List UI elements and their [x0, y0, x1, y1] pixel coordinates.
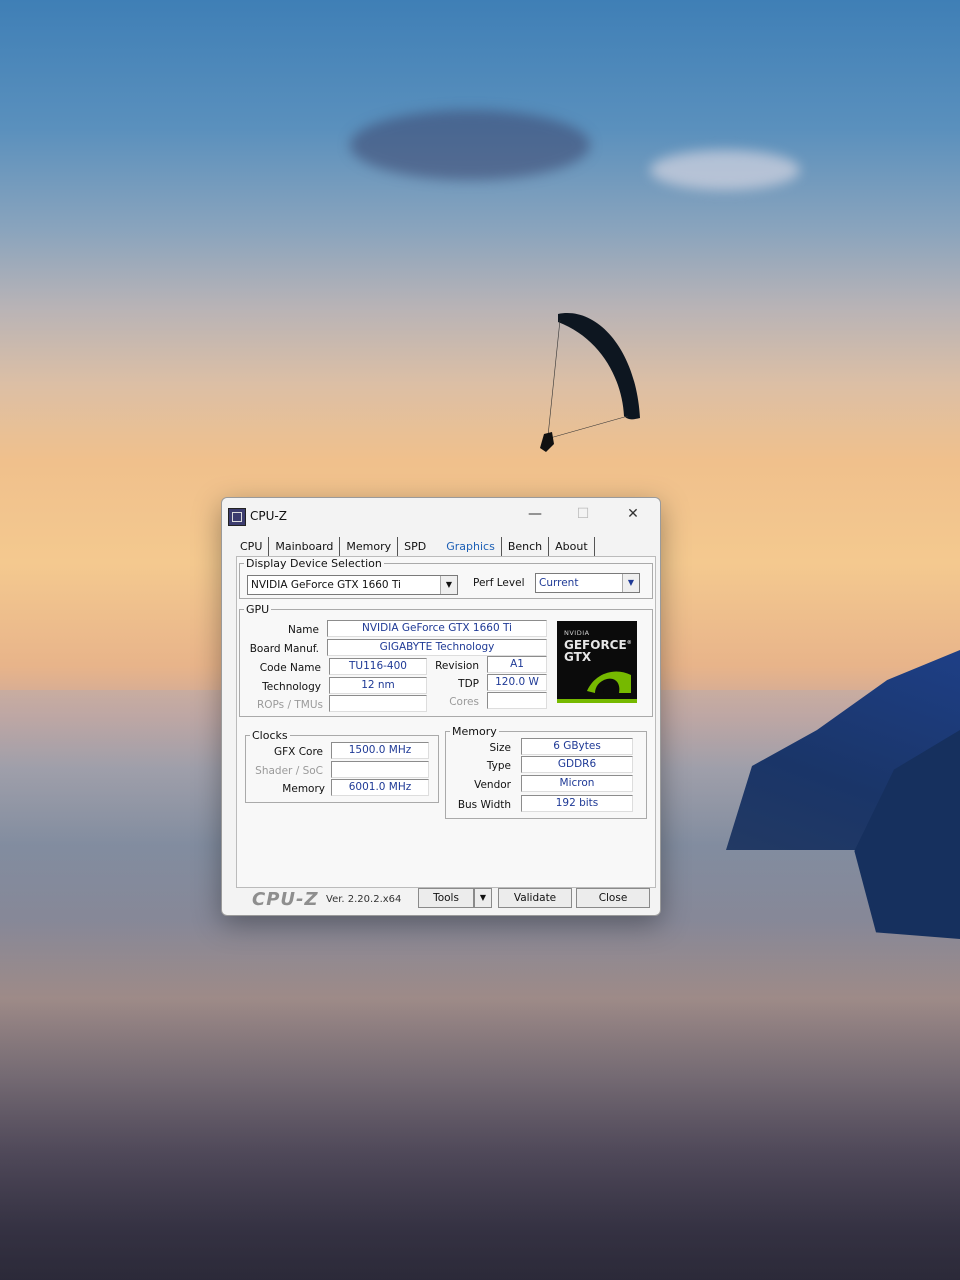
code-name-value: TU116-400 — [329, 658, 427, 675]
validate-button[interactable]: Validate — [498, 888, 572, 908]
tab-about[interactable]: About — [549, 537, 595, 557]
device-select-value: NVIDIA GeForce GTX 1660 Ti — [251, 579, 401, 591]
perf-level-value: Current — [539, 577, 579, 589]
tools-button[interactable]: Tools — [418, 888, 474, 908]
tdp-value: 120.0 W — [487, 674, 547, 691]
gfx-core-label: GFX Core — [273, 746, 323, 758]
logo-geforce-text: GEFORCE® GTX — [564, 638, 632, 664]
board-manuf-label: Board Manuf. — [249, 643, 319, 655]
mem-type-label: Type — [486, 760, 511, 772]
chevron-down-icon: ▼ — [622, 574, 639, 592]
clocks-legend: Clocks — [252, 729, 288, 742]
mem-vendor-label: Vendor — [474, 779, 511, 791]
technology-label: Technology — [262, 681, 321, 693]
gpu-name-value: NVIDIA GeForce GTX 1660 Ti — [327, 620, 547, 637]
close-button[interactable]: Close — [576, 888, 650, 908]
logo-nvidia-text: NVIDIA — [564, 629, 590, 637]
mem-type-value: GDDR6 — [521, 756, 633, 773]
bottom-bar: CPU-Z Ver. 2.20.2.x64 Tools ▼ Validate C… — [242, 885, 652, 911]
perf-level-label: Perf Level — [473, 577, 525, 589]
technology-value: 12 nm — [329, 677, 427, 694]
tab-spd[interactable]: SPD — [398, 537, 440, 557]
cloud — [650, 150, 800, 190]
gpu-name-label: Name — [288, 624, 319, 636]
mem-size-label: Size — [489, 742, 511, 754]
cpuz-brand: CPU-Z — [252, 889, 319, 910]
maximize-button[interactable]: ☐ — [566, 502, 600, 526]
tdp-label: TDP — [458, 678, 479, 690]
rops-tmus-value — [329, 695, 427, 712]
board-manuf-value: GIGABYTE Technology — [327, 639, 547, 656]
gpu-legend: GPU — [246, 603, 270, 616]
gfx-core-value: 1500.0 MHz — [331, 742, 429, 759]
bus-width-label: Bus Width — [457, 799, 511, 811]
nvidia-eye-icon — [587, 671, 631, 693]
cpuz-window: CPU-Z — ☐ ✕ CPU Mainboard Memory SPD Gra… — [221, 497, 661, 916]
tab-bench[interactable]: Bench — [502, 537, 550, 557]
device-select[interactable]: NVIDIA GeForce GTX 1660 Ti ▼ — [247, 575, 458, 595]
memory-clock-value: 6001.0 MHz — [331, 779, 429, 796]
cloud — [350, 110, 590, 180]
bus-width-value: 192 bits — [521, 795, 633, 812]
chevron-down-icon: ▼ — [440, 576, 457, 594]
cores-label: Cores — [449, 696, 479, 708]
perf-level-select[interactable]: Current ▼ — [535, 573, 640, 593]
memory-clock-label: Memory — [282, 783, 325, 795]
title-bar[interactable]: CPU-Z — ☐ ✕ — [222, 498, 660, 532]
rops-tmus-label: ROPs / TMUs — [256, 699, 323, 711]
graphics-panel: Display Device Selection NVIDIA GeForce … — [236, 556, 656, 888]
tab-bar: CPU Mainboard Memory SPD Graphics Bench … — [234, 534, 595, 557]
revision-label: Revision — [435, 660, 479, 672]
nvidia-geforce-gtx-logo: NVIDIA GEFORCE® GTX — [557, 621, 637, 703]
window-title: CPU-Z — [250, 509, 287, 523]
cpuz-app-icon — [228, 508, 246, 526]
chevron-down-icon: ▼ — [479, 893, 487, 902]
minimize-button[interactable]: — — [518, 502, 552, 526]
mem-vendor-value: Micron — [521, 775, 633, 792]
tools-dropdown-arrow[interactable]: ▼ — [474, 888, 492, 908]
code-name-label: Code Name — [259, 662, 321, 674]
tab-cpu[interactable]: CPU — [234, 537, 270, 557]
cores-value — [487, 692, 547, 709]
shader-soc-value — [331, 761, 429, 778]
tab-memory[interactable]: Memory — [340, 537, 399, 557]
version-text: Ver. 2.20.2.x64 — [326, 894, 402, 905]
close-window-button[interactable]: ✕ — [616, 502, 650, 526]
display-selection-legend: Display Device Selection — [246, 557, 382, 570]
memory-legend: Memory — [452, 725, 497, 738]
revision-value: A1 — [487, 656, 547, 673]
paraglider — [540, 313, 640, 452]
tab-graphics[interactable]: Graphics — [440, 537, 502, 557]
shader-soc-label: Shader / SoC — [255, 765, 323, 777]
tab-mainboard[interactable]: Mainboard — [269, 537, 341, 557]
mem-size-value: 6 GBytes — [521, 738, 633, 755]
